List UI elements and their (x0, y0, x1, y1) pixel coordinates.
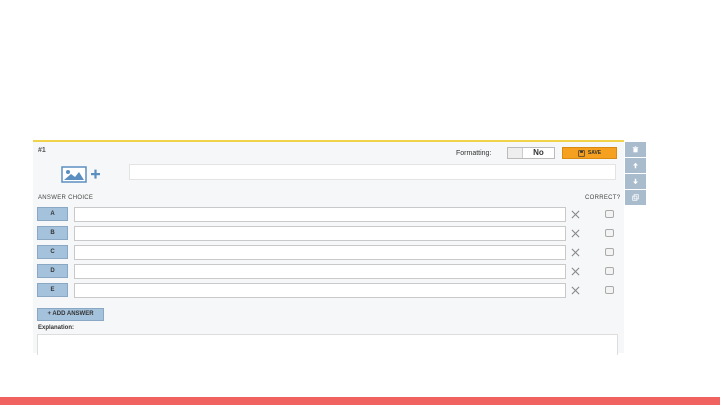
save-icon (578, 149, 585, 157)
close-icon[interactable] (571, 267, 580, 276)
add-answer-button[interactable]: + ADD ANSWER (37, 308, 104, 321)
bottom-accent-bar (0, 397, 720, 405)
answer-row-c: C (37, 245, 622, 260)
formatting-toggle[interactable]: No (507, 147, 555, 159)
correct-header: CORRECT? (585, 195, 621, 201)
delete-question-button[interactable] (625, 142, 646, 157)
close-icon[interactable] (571, 229, 580, 238)
save-label: SAVE (587, 150, 602, 156)
explanation-label: Explanation: (38, 325, 75, 331)
answer-row-a: A (37, 207, 622, 222)
answer-input-b[interactable] (74, 226, 566, 241)
explanation-input[interactable] (37, 334, 618, 355)
toggle-knob (508, 148, 523, 158)
question-panel: #1 Formatting: No SAVE ANSWER CHOICE COR… (33, 140, 624, 355)
question-text-input[interactable] (129, 164, 616, 180)
save-button[interactable]: SAVE (562, 147, 617, 159)
answer-row-b: B (37, 226, 622, 241)
answer-input-d[interactable] (74, 264, 566, 279)
move-up-button[interactable] (625, 158, 646, 173)
close-icon[interactable] (571, 210, 580, 219)
answer-letter-a[interactable]: A (37, 207, 68, 221)
add-media-button[interactable] (61, 164, 103, 184)
correct-checkbox-e[interactable] (605, 286, 614, 294)
side-toolbar (625, 142, 646, 206)
duplicate-question-button[interactable] (625, 190, 646, 205)
correct-checkbox-c[interactable] (605, 248, 614, 256)
answer-letter-e[interactable]: E (37, 283, 68, 297)
close-icon[interactable] (571, 286, 580, 295)
answer-row-d: D (37, 264, 622, 279)
correct-checkbox-b[interactable] (605, 229, 614, 237)
formatting-value: No (533, 148, 544, 157)
answer-letter-b[interactable]: B (37, 226, 68, 240)
image-add-icon (61, 166, 100, 183)
answer-letter-d[interactable]: D (37, 264, 68, 278)
answer-input-c[interactable] (74, 245, 566, 260)
arrow-down-icon (633, 178, 638, 185)
duplicate-icon (632, 194, 639, 201)
move-down-button[interactable] (625, 174, 646, 189)
answer-input-a[interactable] (74, 207, 566, 222)
question-number: #1 (38, 147, 46, 154)
answer-choice-header: ANSWER CHOICE (38, 195, 94, 201)
answer-input-e[interactable] (74, 283, 566, 298)
answer-row-e: E (37, 283, 622, 298)
trash-icon (632, 146, 639, 153)
answer-letter-c[interactable]: C (37, 245, 68, 259)
arrow-up-icon (633, 162, 638, 169)
formatting-label: Formatting: (456, 150, 492, 157)
correct-checkbox-d[interactable] (605, 267, 614, 275)
close-icon[interactable] (571, 248, 580, 257)
correct-checkbox-a[interactable] (605, 210, 614, 218)
